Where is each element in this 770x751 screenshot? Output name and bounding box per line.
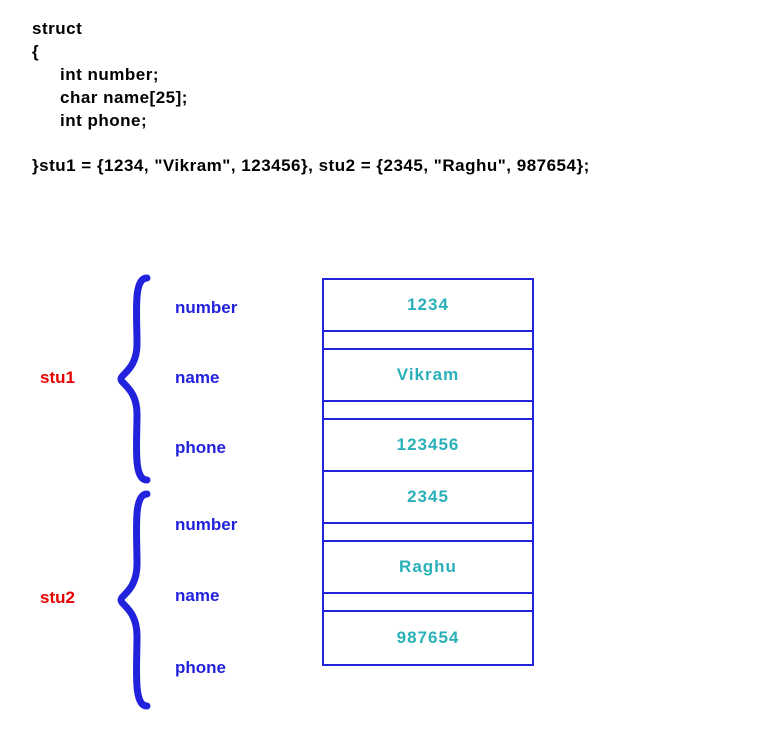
code-l2: { [32,41,590,64]
code-l1: struct [32,18,590,41]
struct-label-stu2: stu2 [40,588,75,608]
mem-cell-stu1-name: Vikram [324,350,532,402]
code-l4: char name[25]; [32,87,590,110]
code-l6: }stu1 = {1234, "Vikram", 123456}, stu2 =… [32,155,590,178]
code-l5: int phone; [32,110,590,133]
field-label-number-2: number [175,515,295,535]
mem-cell-stu1-phone: 123456 [324,420,532,472]
cell-gap [324,594,532,612]
field-label-number-1: number [175,298,295,318]
cell-gap [324,524,532,542]
field-label-name-2: name [175,586,295,606]
brace-stu2 [115,490,165,710]
field-label-name-1: name [175,368,295,388]
struct-label-stu1: stu1 [40,368,75,388]
mem-cell-stu1-number: 1234 [324,280,532,332]
mem-cell-stu2-name: Raghu [324,542,532,594]
mem-cell-stu2-phone: 987654 [324,612,532,664]
memory-table: 1234 Vikram 123456 2345 Raghu 987654 [322,278,534,666]
cell-gap [324,402,532,420]
mem-cell-stu2-number: 2345 [324,472,532,524]
field-label-phone-1: phone [175,438,295,458]
brace-stu1 [115,274,165,484]
cell-gap [324,332,532,350]
code-block: struct { int number; char name[25]; int … [32,18,590,178]
field-label-phone-2: phone [175,658,295,678]
struct-memory-diagram: stu1 stu2 number name phone number name … [40,280,570,710]
code-l3: int number; [32,64,590,87]
